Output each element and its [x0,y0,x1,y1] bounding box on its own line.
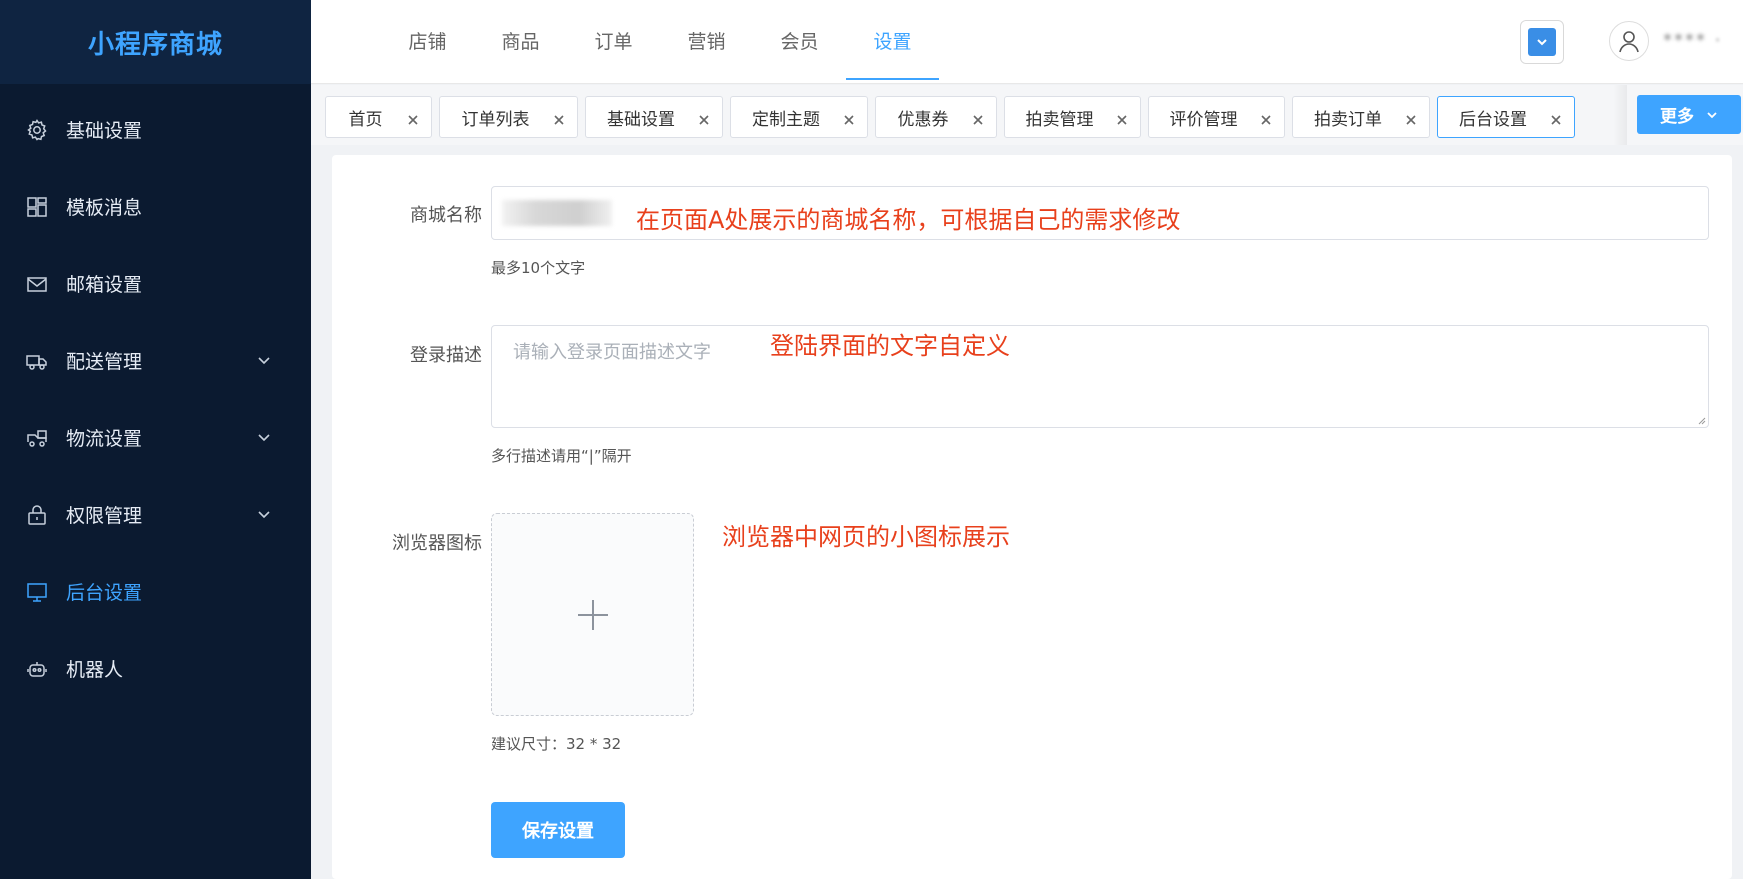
tab-label: 后台设置 [1459,109,1527,130]
tab-label: 拍卖订单 [1314,109,1382,130]
sidebar-item-template-messages[interactable]: 模板消息 [0,168,311,245]
username[interactable]: **** · [1663,30,1722,51]
more-button-label: 更多 [1660,107,1694,127]
close-icon[interactable] [843,111,855,125]
favicon-upload[interactable] [491,513,694,716]
sidebar-item-basic-settings[interactable]: 基础设置 [0,91,311,168]
delivery-truck-icon [24,425,50,451]
close-icon[interactable] [553,111,565,125]
chevron-down-icon [1707,111,1717,118]
open-tabs: 首页 订单列表 基础设置 定制主题 优惠券 拍卖管理 评价管理 拍卖订单 后台设… [325,96,1582,138]
sidebar-item-label: 权限管理 [66,505,143,527]
robot-icon [24,656,50,682]
sidebar-menu: 基础设置 模板消息 邮箱设置 配送管理 物流设置 权限管理 后台设置 机器人 [0,84,311,707]
close-icon[interactable] [1550,111,1562,125]
close-icon[interactable] [1116,111,1128,125]
save-settings-button[interactable]: 保存设置 [491,802,625,858]
resize-handle-icon[interactable] [1696,415,1706,425]
sidebar-item-robot[interactable]: 机器人 [0,630,311,707]
plus-icon [577,599,608,630]
sidebar-item-label: 配送管理 [66,351,143,373]
topnav-orders[interactable]: 订单 [567,0,660,80]
sidebar-item-delivery[interactable]: 配送管理 [0,322,311,399]
tab-auction-orders[interactable]: 拍卖订单 [1292,96,1430,138]
tab-auction-management[interactable]: 拍卖管理 [1004,96,1141,138]
tab-label: 优惠券 [897,109,949,130]
sidebar-item-label: 后台设置 [66,582,143,604]
sidebar-item-mail-settings[interactable]: 邮箱设置 [0,245,311,322]
sidebar-item-label: 机器人 [66,659,124,681]
sidebar-item-label: 物流设置 [66,428,143,450]
tabs-scroll-shadow [1613,85,1627,145]
sidebar-item-permissions[interactable]: 权限管理 [0,476,311,553]
chevron-down-icon [1528,28,1556,56]
lock-icon [24,502,50,528]
truck-icon [24,348,50,374]
tab-basic-settings[interactable]: 基础设置 [585,96,723,138]
tab-coupons[interactable]: 优惠券 [875,96,997,138]
top-header: 店铺 商品 订单 营销 会员 设置 **** · [311,0,1743,84]
sidebar-item-label: 邮箱设置 [66,274,143,296]
chevron-down-icon [257,427,271,449]
sidebar-item-label: 基础设置 [66,120,143,142]
topnav-settings[interactable]: 设置 [846,0,939,80]
chevron-down-icon [257,504,271,526]
topnav-goods[interactable]: 商品 [474,0,567,80]
tab-admin-settings[interactable]: 后台设置 [1437,96,1575,138]
tab-review-management[interactable]: 评价管理 [1148,96,1285,138]
tab-order-list[interactable]: 订单列表 [439,96,578,138]
brand-title: 小程序商城 [87,29,223,60]
favicon-annotation: 浏览器中网页的小图标展示 [722,523,1010,551]
close-icon[interactable] [972,111,984,125]
mall-name-annotation: 在页面A处展示的商城名称，可根据自己的需求修改 [636,206,1181,234]
close-icon[interactable] [1260,111,1272,125]
sidebar-item-label: 模板消息 [66,197,143,219]
user-avatar-icon[interactable] [1609,21,1649,61]
login-desc-textarea[interactable]: 请输入登录页面描述文字 [491,325,1709,428]
top-nav: 店铺 商品 订单 营销 会员 设置 [381,0,939,84]
favicon-hint: 建议尺寸：32 * 32 [491,735,622,753]
topnav-members[interactable]: 会员 [753,0,846,80]
mall-name-label: 商城名称 [410,205,482,226]
login-desc-label: 登录描述 [410,345,482,366]
tab-home[interactable]: 首页 [325,96,432,138]
sidebar-item-logistics[interactable]: 物流设置 [0,399,311,476]
login-desc-placeholder: 请输入登录页面描述文字 [513,342,711,363]
grid-icon [24,194,50,220]
monitor-icon [24,579,50,605]
tab-label: 评价管理 [1169,109,1238,130]
mail-icon [24,271,50,297]
sidebar: 小程序商城 基础设置 模板消息 邮箱设置 配送管理 物流设置 权限管理 后台设置… [0,0,311,879]
close-icon[interactable] [407,111,419,125]
favicon-label: 浏览器图标 [392,533,482,554]
more-tabs-button[interactable]: 更多 [1637,95,1741,134]
settings-form-panel: 商城名称 在页面A处展示的商城名称，可根据自己的需求修改 最多10个文字 登录描… [332,155,1732,879]
topnav-store[interactable]: 店铺 [381,0,474,80]
tab-label: 定制主题 [752,109,820,130]
chevron-down-icon [257,350,271,372]
sidebar-item-admin-settings[interactable]: 后台设置 [0,553,311,630]
gear-icon [24,117,50,143]
tab-strip: 首页 订单列表 基础设置 定制主题 优惠券 拍卖管理 评价管理 拍卖订单 后台设… [311,85,1743,145]
store-switcher-dropdown[interactable] [1520,20,1564,64]
brand-logo[interactable]: 小程序商城 [0,0,311,84]
login-desc-annotation: 登陆界面的文字自定义 [770,332,1010,360]
tab-label: 首页 [348,109,383,130]
tab-custom-theme[interactable]: 定制主题 [730,96,868,138]
close-icon[interactable] [1405,111,1417,125]
tab-label: 拍卖管理 [1025,109,1094,130]
login-desc-hint: 多行描述请用“|”隔开 [491,447,632,465]
close-icon[interactable] [698,111,710,125]
topnav-marketing[interactable]: 营销 [660,0,753,80]
mall-name-hint: 最多10个文字 [491,259,586,277]
tab-label: 基础设置 [607,109,675,130]
mall-name-value-redacted [502,200,612,226]
tab-label: 订单列表 [461,109,530,130]
